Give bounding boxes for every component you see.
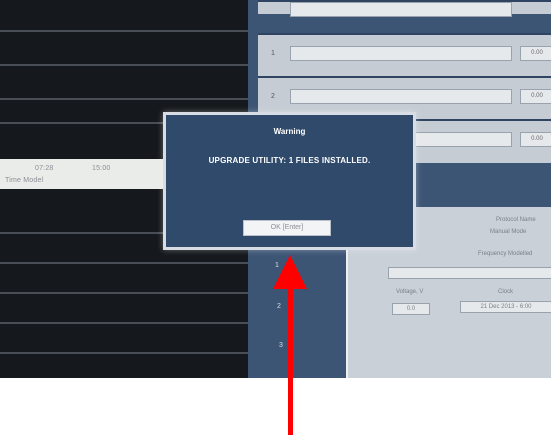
red-arrow-annotation xyxy=(273,255,307,435)
arrow-head xyxy=(273,255,307,289)
arrow-shaft xyxy=(288,285,293,435)
